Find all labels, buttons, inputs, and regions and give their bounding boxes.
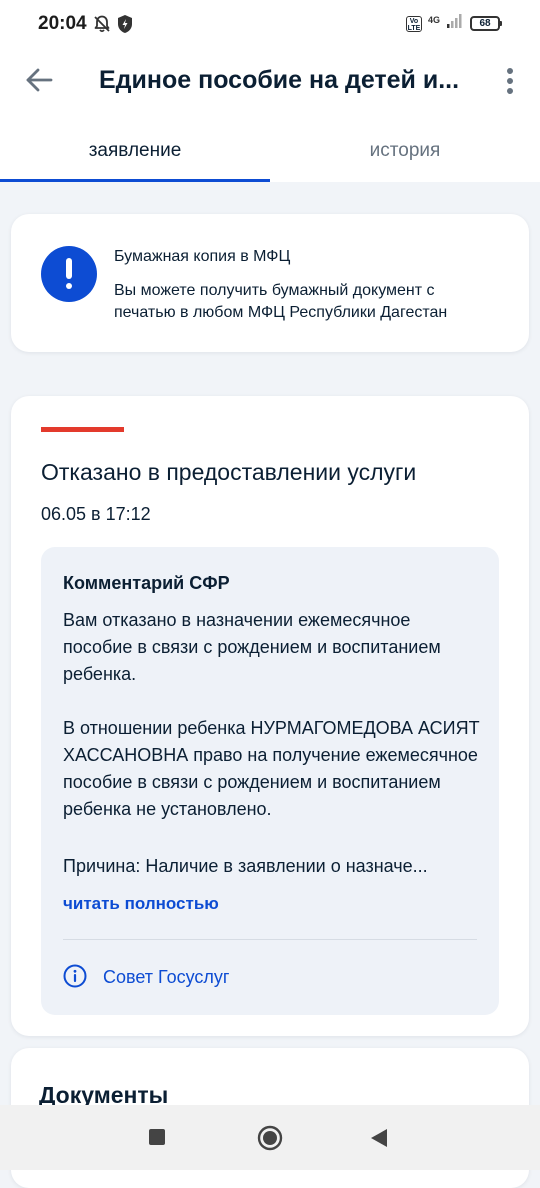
tab-application[interactable]: заявление [0, 112, 270, 182]
status-indicator-line [41, 427, 124, 432]
read-more-link[interactable]: читать полностью [63, 894, 219, 914]
active-tab-indicator [0, 179, 270, 182]
page-title: Единое пособие на детей и... [99, 66, 460, 94]
paper-copy-card: Бумажная копия в МФЦ Вы можете получить … [11, 214, 529, 352]
status-time: 20:04 [38, 13, 87, 34]
divider [63, 939, 477, 940]
exclamation-icon [41, 246, 97, 302]
comment-box: Комментарий СФР Вам отказано в назначени… [41, 547, 499, 1015]
more-vertical-icon [507, 68, 513, 94]
status-bar: 20:04 Vo LTE 4G 68 [0, 0, 540, 48]
status-title: Отказано в предоставлении услуги [41, 459, 417, 485]
more-menu-button[interactable] [498, 64, 522, 98]
status-date: 06.05 в 17:12 [41, 504, 151, 524]
comment-reason: Причина: Наличие в заявлении о назначе..… [63, 856, 428, 876]
system-nav-bar [0, 1105, 540, 1170]
system-back-button[interactable] [369, 1127, 389, 1149]
triangle-back-icon [371, 1129, 387, 1147]
back-button[interactable] [22, 64, 56, 96]
shield-icon [117, 14, 133, 39]
tab-bar: заявление история [0, 112, 540, 182]
info-circle-icon[interactable] [63, 964, 87, 988]
info-title: Бумажная копия в МФЦ [114, 248, 291, 265]
tab-history[interactable]: история [270, 112, 540, 182]
signal-icon [446, 13, 464, 34]
network-type: 4G [427, 14, 440, 25]
info-text: Вы можете получить бумажный документ с п… [114, 282, 448, 321]
recent-apps-button[interactable] [149, 1129, 165, 1145]
status-indicators: Vo LTE 4G 68 [405, 13, 502, 34]
comment-paragraph: В отношении ребенка НУРМАГОМЕДОВА АСИЯТ … [63, 718, 480, 819]
volte-icon: Vo LTE [405, 15, 422, 32]
home-button[interactable] [257, 1125, 283, 1151]
home-circle-icon [257, 1125, 283, 1151]
gosuslugi-advice-link[interactable]: Совет Госуслуг [103, 967, 229, 988]
battery-icon: 68 [470, 16, 502, 31]
comment-title: Комментарий СФР [63, 573, 230, 593]
arrow-left-icon [26, 68, 53, 92]
comment-paragraph: Вам отказано в назначении ежемесячное по… [63, 610, 441, 684]
application-status-card: Отказано в предоставлении услуги 06.05 в… [11, 396, 529, 1036]
bell-muted-icon [92, 14, 112, 39]
app-bar: Единое пособие на детей и... [0, 48, 540, 112]
